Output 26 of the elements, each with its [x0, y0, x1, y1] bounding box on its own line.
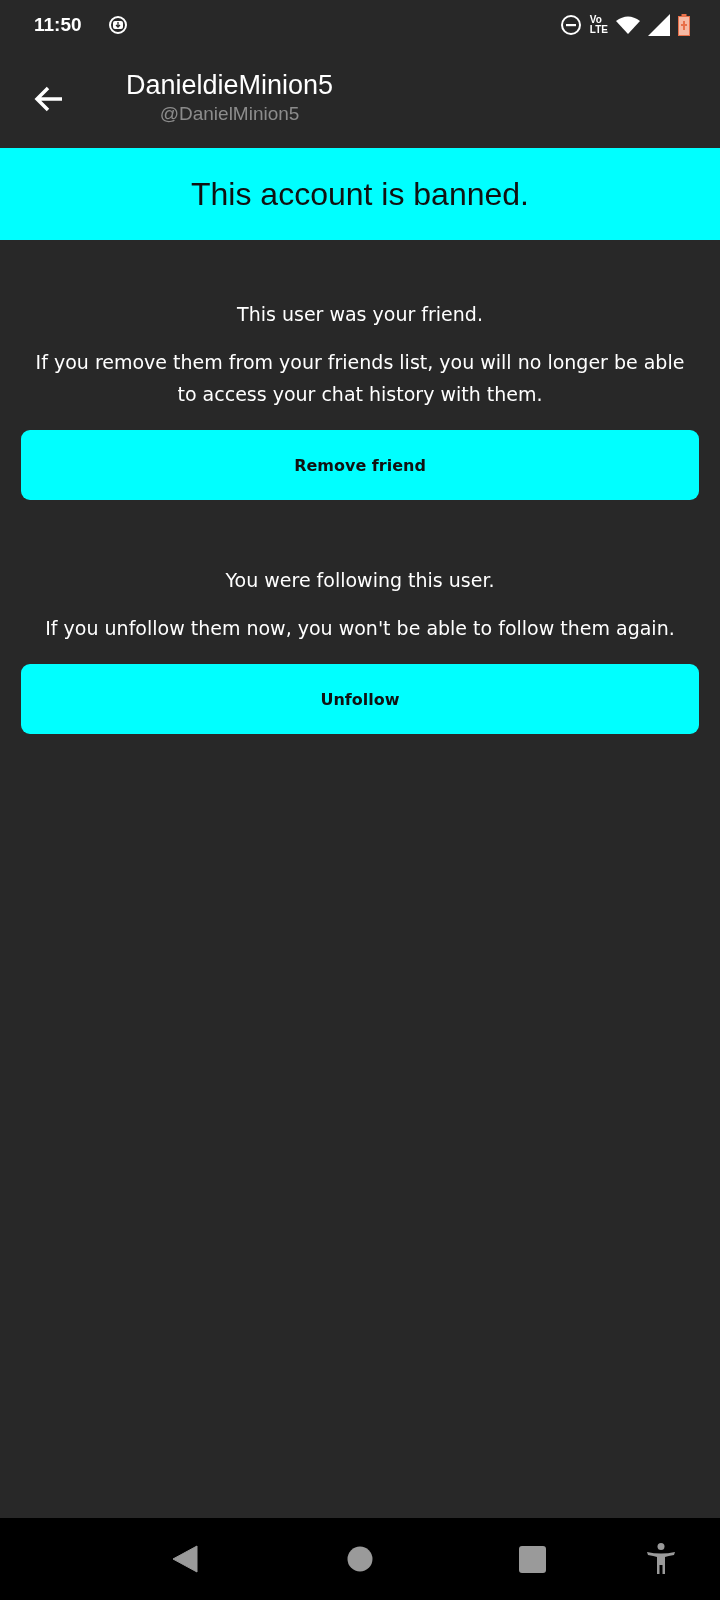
back-nav-button[interactable] — [172, 1545, 198, 1573]
action-button[interactable]: Unfollow — [21, 664, 699, 734]
section-heading: You were following this user. — [225, 568, 495, 593]
download-notification-icon — [107, 15, 128, 35]
wifi-icon — [616, 16, 640, 34]
action-button[interactable]: Remove friend — [21, 430, 699, 500]
square-icon — [519, 1545, 546, 1573]
volte-label: Vo — [589, 15, 603, 25]
home-nav-button[interactable] — [347, 1546, 373, 1572]
section-description: If you remove them from your friends list, you will no longer be able to access your chat history with them. — [34, 350, 686, 407]
recents-nav-button[interactable] — [519, 1545, 546, 1573]
lte-label: LTE — [589, 25, 608, 35]
clock: 11:50 — [34, 14, 82, 36]
username: @DanielMinion5 — [159, 102, 300, 126]
circle-icon — [347, 1546, 373, 1572]
display-name: DanieldieMinion5 — [126, 69, 334, 102]
triangle-icon — [172, 1545, 198, 1573]
do-not-disturb-icon — [559, 14, 582, 36]
banned-banner: This account is banned. — [0, 148, 720, 240]
accessibility-icon — [647, 1543, 675, 1575]
back-arrow-icon — [34, 86, 64, 112]
signal-icon — [648, 14, 670, 36]
accessibility-button[interactable] — [647, 1543, 675, 1575]
section-heading: This user was your friend. — [237, 302, 483, 327]
battery-icon — [678, 14, 690, 36]
section-description: If you unfollow them now, you won't be able to follow them again. — [44, 616, 676, 641]
